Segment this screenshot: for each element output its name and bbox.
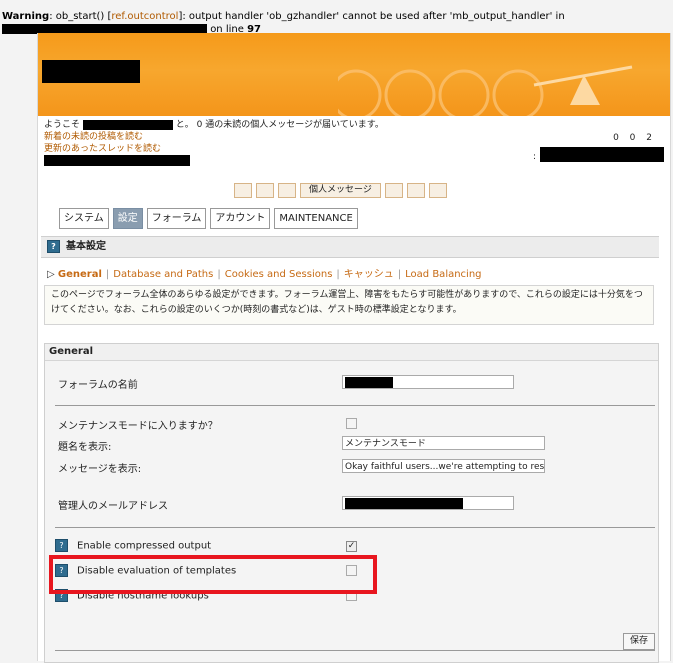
triangle-icon: ▷ <box>47 269 55 280</box>
help-icon[interactable]: ? <box>47 239 60 253</box>
nav-empty-6[interactable] <box>428 183 447 198</box>
subject-label: 題名を表示: <box>58 442 112 453</box>
settings-title: General <box>45 344 658 361</box>
nav-empty-1[interactable] <box>234 183 252 198</box>
banner-decoration-icon <box>338 65 633 116</box>
subnav-cookies[interactable]: Cookies and Sessions <box>225 269 333 280</box>
right-colon: : <box>532 152 536 162</box>
info-box: このページでフォーラム全体のあらゆる設定ができます。フォーラム運営上、障害をもた… <box>44 285 654 325</box>
welcome-message: と。 0 通の未読の個人メッセージが届いています。 <box>175 120 384 130</box>
redacted-email <box>345 497 463 509</box>
tab-account[interactable]: アカウント <box>210 208 271 229</box>
divider <box>55 527 655 528</box>
sub-navigation: ▷ General | Database and Paths | Cookies and… <box>47 269 482 280</box>
redacted-forum-name <box>345 376 393 388</box>
admin-email-label: 管理人のメールアドレス <box>58 501 168 512</box>
welcome-prefix: ようこそ <box>44 120 81 130</box>
nav-empty-3[interactable] <box>278 183 296 198</box>
warning-text: : ob_start() [ <box>49 11 112 22</box>
nav-empty-2[interactable] <box>256 183 274 198</box>
section-title: 基本設定 <box>66 241 106 252</box>
general-settings-panel: General フォーラムの名前 メンテナンスモードに入りますか？ 題名を表示:… <box>44 343 659 663</box>
maintenance-label: メンテナンスモードに入りますか？ <box>58 421 218 432</box>
subnav-database[interactable]: Database and Paths <box>113 269 213 280</box>
redacted-username <box>82 119 173 130</box>
warning-text-2: ]: output handler 'ob_gzhandler' cannot … <box>178 11 565 22</box>
tab-system[interactable]: システム <box>59 208 109 229</box>
admin-email-input[interactable] <box>342 496 514 510</box>
redacted-logo <box>42 60 140 83</box>
help-icon[interactable]: ? <box>55 539 68 552</box>
admin-tabs: システム 設定 フォーラム アカウント MAINTENANCE <box>59 208 358 229</box>
redacted-right-info <box>540 147 664 162</box>
divider <box>55 405 655 406</box>
subject-input[interactable]: メンテナンスモード <box>342 436 545 450</box>
forum-admin-page: ようこそ と。 0 通の未読の個人メッセージが届いています。 新着の未読の投稿を… <box>37 33 671 663</box>
divider <box>55 650 655 651</box>
highlight-box <box>49 555 377 594</box>
unread-count: 0 0 2 <box>613 133 656 143</box>
subnav-load-balancing[interactable]: Load Balancing <box>405 269 481 280</box>
message-label: メッセージを表示: <box>58 464 142 475</box>
warning-ref-link[interactable]: ref.outcontrol <box>111 11 178 22</box>
subnav-general[interactable]: General <box>58 269 102 280</box>
compress-label: Enable compressed output <box>77 540 212 552</box>
compress-row: ? Enable compressed output <box>55 539 211 552</box>
save-button[interactable]: 保存 <box>623 633 655 650</box>
tab-settings[interactable]: 設定 <box>112 208 143 229</box>
tab-forum[interactable]: フォーラム <box>146 208 207 229</box>
forum-name-input[interactable] <box>342 375 514 389</box>
top-nav: 個人メッセージ <box>234 183 447 199</box>
nav-empty-4[interactable] <box>384 183 403 198</box>
maintenance-checkbox[interactable] <box>346 418 357 429</box>
redacted-info <box>44 155 190 166</box>
navigation: 個人メッセージ システム 設定 フォーラム アカウント MAINTENANCE <box>38 179 660 231</box>
pm-nav-button[interactable]: 個人メッセージ <box>300 183 381 198</box>
section-header: ? 基本設定 <box>41 236 659 258</box>
message-input[interactable]: Okay faithful users...we're attempting t… <box>342 459 545 473</box>
header-banner <box>38 33 670 116</box>
welcome-area: ようこそ と。 0 通の未読の個人メッセージが届いています。 新着の未読の投稿を… <box>44 119 664 181</box>
nav-empty-5[interactable] <box>406 183 425 198</box>
tab-maintenance[interactable]: MAINTENANCE <box>274 208 358 229</box>
forum-name-label: フォーラムの名前 <box>58 380 138 391</box>
warning-label: Warning <box>2 11 50 22</box>
subnav-cache[interactable]: キャッシュ <box>344 269 394 280</box>
compress-checkbox[interactable]: ✓ <box>346 541 357 552</box>
new-posts-link[interactable]: 新着の未読の投稿を読む <box>44 131 664 143</box>
